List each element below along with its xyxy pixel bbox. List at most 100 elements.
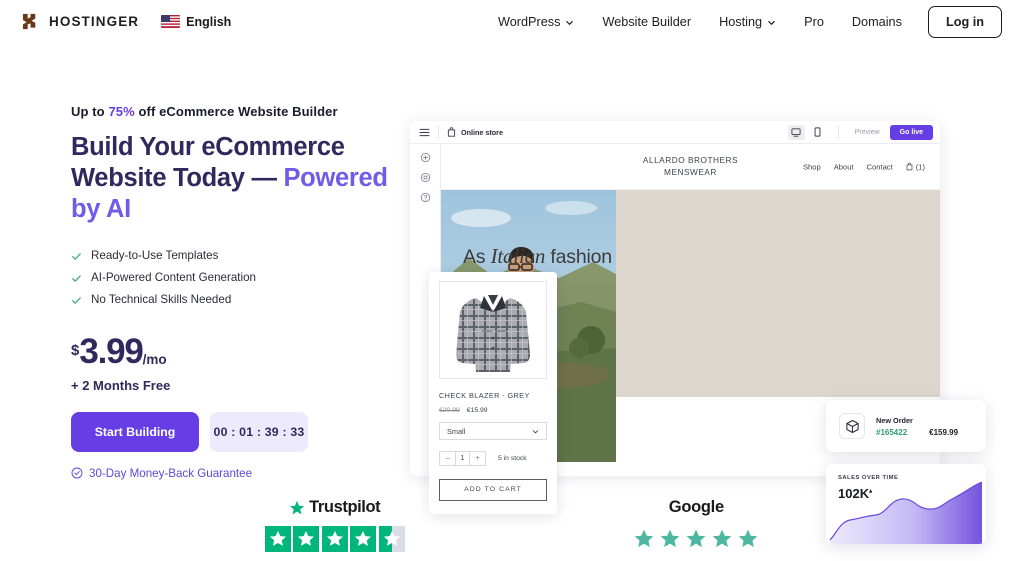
builder-toolbar: Online store Preview Go live [410,121,940,144]
size-select[interactable]: Small [439,422,547,440]
nav-item-website-builder[interactable]: Website Builder [588,9,705,35]
google-wordmark: Google [668,498,724,516]
preview-button[interactable]: Preview [855,129,880,136]
star-filled [293,526,320,552]
chevron-down-icon [566,20,574,25]
hero-heading-pre: As [463,246,491,268]
hero-heading-post: fashion [545,246,612,268]
headline-accent-1: Powered [283,164,388,193]
store-nav-contact[interactable]: Contact [867,162,893,171]
product-prices: €20.99 €15.99 [439,407,547,414]
nav-label: Hosting [719,14,763,29]
help-icon[interactable] [420,192,431,203]
login-button[interactable]: Log in [927,5,1002,38]
google-review-block: Google Rating: 4.8/5 | 1,237 reviews [633,498,760,561]
order-id: #165422 [876,427,908,437]
chevron-down-icon [768,20,775,25]
language-selector[interactable]: English [161,15,231,29]
hamburger-menu-icon[interactable] [419,128,430,137]
nav-item-wordpress[interactable]: WordPress [484,9,589,35]
us-flag-icon [161,15,181,28]
price-currency: $ [71,341,80,359]
sales-area-chart [829,482,983,544]
stock-status: 5 in stock [498,455,527,462]
quantity-increase[interactable]: + [470,452,485,465]
add-to-cart-button[interactable]: ADD TO CART [439,478,547,501]
product-name: CHECK BLAZER - GREY [439,391,530,400]
trustpilot-star-rating [264,526,405,552]
store-header: ALLARDO BROTHERS MENSWEAR Shop About Con… [441,144,940,190]
store-cart[interactable]: (1) [906,162,925,171]
builder-site-title: Online store [461,127,503,137]
store-brand-line-1: ALLARDO BROTHERS [642,155,739,166]
order-meta: #165422 €159.99 [876,428,958,437]
nav-item-hosting[interactable]: Hosting [705,9,790,35]
mobile-icon [814,127,821,137]
hero-heading-italic: Italian [490,244,546,268]
quantity-stepper[interactable]: – 1 + [439,451,486,466]
price-amount: 3.99 [79,331,144,371]
mobile-view-button[interactable] [809,125,826,140]
hostinger-logo[interactable]: HOSTINGER [22,12,139,31]
eyebrow-percent: 75% [108,104,135,119]
headline-line-1: Build Your eCommerce [71,133,345,161]
store-hero-panel [616,190,940,397]
product-new-price: €15.99 [466,407,488,414]
headline-accent-2: by AI [71,195,131,224]
price-block: $ 3.99 /mo [71,334,401,369]
guarantee-label: 30-Day Money-Back Guarantee [89,466,253,480]
store-hero: As Italian fashion decided SHOP ONLINE [429,190,986,544]
check-icon [72,253,81,261]
quantity-row: – 1 + 5 in stock [439,451,547,466]
add-element-icon[interactable] [420,152,431,163]
product-card: CHECK BLAZER - GREY €20.99 €15.99 Small [429,272,557,514]
nav-label: Pro [804,14,824,29]
headline-line-2: Website Today — [71,164,284,193]
go-live-button[interactable]: Go live [889,124,933,140]
builder-canvas: ALLARDO BROTHERS MENSWEAR Shop About Con… [429,144,986,544]
desktop-view-button[interactable] [787,124,805,140]
quantity-decrease[interactable]: – [440,452,455,465]
order-title: New Order [876,415,913,425]
store-nav-about[interactable]: About [834,162,854,171]
star-filled [738,529,758,548]
package-box-icon [845,419,859,433]
hostinger-logo-icon [22,13,36,30]
feature-label: Ready-to-Use Templates [91,249,219,263]
star-filled [686,529,706,548]
feature-item: No Technical Skills Needed [71,292,401,309]
star-filled [264,526,291,552]
main-nav-links: WordPress Website Builder Hosting Pro Do… [484,5,1002,38]
google-star-rating [633,528,759,550]
package-icon-frame [839,413,865,439]
trustpilot-name: Trustpilot [309,498,381,516]
new-order-card: New Order #165422 €159.99 [826,400,986,452]
size-value: Small [447,426,466,436]
builder-body: ALLARDO BROTHERS MENSWEAR Shop About Con… [410,144,986,544]
money-back-guarantee: 30-Day Money-Back Guarantee [71,467,401,480]
feature-label: No Technical Skills Needed [91,292,232,306]
trustpilot-review-block: Trustpilot TrustScore 4.6 | 26,390 revie… [264,498,405,561]
product-old-price: €20.99 [439,407,460,414]
store-nav: Shop About Contact (1) [803,162,925,171]
feature-label: AI-Powered Content Generation [91,271,256,285]
settings-icon[interactable] [420,172,431,183]
promo-eyebrow: Up to 75% off eCommerce Website Builder [71,104,401,119]
cta-row: Start Building 00 : 01 : 39 : 33 [71,411,401,452]
nav-item-pro[interactable]: Pro [790,9,838,35]
sales-label: SALES OVER TIME [838,475,899,481]
trustpilot-logo: Trustpilot [289,498,381,517]
store-brand-name: ALLARDO BROTHERS MENSWEAR [643,155,738,177]
desktop-icon [791,127,801,137]
order-details: New Order #165422 €159.99 [876,416,958,437]
nav-label: Website Builder [602,14,692,29]
free-months-label: + 2 Months Free [71,377,171,393]
price-period: /mo [142,351,167,367]
start-building-button[interactable]: Start Building [71,411,199,452]
star-filled [634,529,654,548]
check-icon [72,275,81,282]
store-nav-shop[interactable]: Shop [803,162,821,171]
star-filled [321,526,348,552]
feature-list: Ready-to-Use Templates AI-Powered Conten… [71,248,401,308]
nav-item-domains[interactable]: Domains [838,9,916,35]
